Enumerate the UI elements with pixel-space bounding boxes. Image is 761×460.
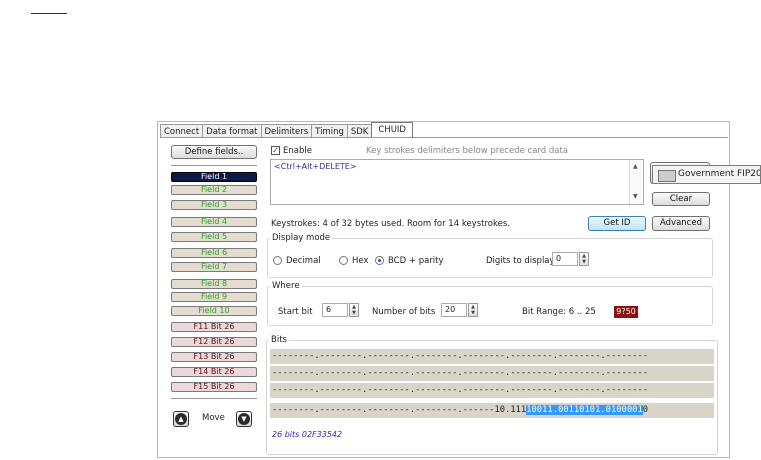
decimal-label: Decimal bbox=[286, 256, 321, 266]
bits-row: --------.--------.--------.--------.----… bbox=[270, 349, 714, 364]
enable-checkbox[interactable]: ✓ bbox=[271, 146, 280, 155]
scroll-down-icon: ▼ bbox=[633, 193, 638, 200]
enable-label: Enable bbox=[283, 146, 312, 156]
bits-row: --------.--------.--------.--------.----… bbox=[270, 383, 714, 398]
field-12-bit-button[interactable]: F12 Bit 26 bbox=[171, 337, 257, 347]
field-8-button[interactable]: Field 8 bbox=[171, 279, 257, 289]
field-3-button[interactable]: Field 3 bbox=[171, 200, 257, 210]
field-4-button[interactable]: Field 4 bbox=[171, 217, 257, 227]
field-2-button[interactable]: Field 2 bbox=[171, 185, 257, 195]
hex-radio[interactable] bbox=[339, 256, 348, 265]
tooltip: Government FIP201 bbox=[652, 165, 761, 184]
field-14-bit-button[interactable]: F14 Bit 26 bbox=[171, 367, 257, 377]
hex-label: Hex bbox=[352, 256, 369, 266]
top-underline bbox=[31, 13, 67, 14]
where-title: Where bbox=[270, 281, 302, 291]
clear-button[interactable]: Clear bbox=[652, 192, 710, 206]
result-value-badge: 9?50 bbox=[614, 306, 638, 318]
delimiter-hint: Key strokes delimiters below precede car… bbox=[366, 146, 569, 156]
arrow-up-icon: ▲ bbox=[175, 413, 187, 425]
field-7-button[interactable]: Field 7 bbox=[171, 262, 257, 272]
field-11-bit-button[interactable]: F11 Bit 26 bbox=[171, 322, 257, 332]
field-9-button[interactable]: Field 9 bbox=[171, 292, 257, 302]
field-5-button[interactable]: Field 5 bbox=[171, 232, 257, 242]
move-label: Move bbox=[202, 413, 225, 423]
keystroke-status: Keystrokes: 4 of 32 bytes used. Room for… bbox=[271, 219, 510, 229]
digits-to-display-label: Digits to display bbox=[486, 256, 555, 266]
bits-title: Bits bbox=[269, 335, 289, 345]
number-of-bits-spinner[interactable]: ▲ ▼ bbox=[468, 303, 478, 317]
field-list-bottom-separator bbox=[171, 398, 257, 399]
move-down-button[interactable]: ▼ bbox=[236, 411, 252, 427]
field-13-bit-button[interactable]: F13 Bit 26 bbox=[171, 352, 257, 362]
start-bit-input[interactable]: 6 bbox=[322, 303, 348, 317]
bits-summary: 26 bits 02F33542 bbox=[272, 430, 343, 439]
bits-row: --------.--------.--------.--------.----… bbox=[270, 366, 714, 381]
digits-to-display-input[interactable]: 0 bbox=[552, 252, 578, 266]
tab-bar: Connect Data format Delimiters Timing SD… bbox=[160, 122, 413, 139]
scroll-up-icon: ▲ bbox=[633, 163, 638, 170]
bits-selection: 10011.00110101.0100001 bbox=[526, 405, 643, 415]
keystroke-text: <Ctrl+Alt+DELETE> bbox=[274, 162, 357, 171]
number-of-bits-input[interactable]: 20 bbox=[441, 303, 467, 317]
keystroke-textarea[interactable]: <Ctrl+Alt+DELETE> ▲ ▼ bbox=[270, 159, 644, 205]
bcd-parity-label: BCD + parity bbox=[388, 256, 444, 266]
field-list-separator bbox=[171, 165, 257, 166]
keystroke-scrollbar[interactable]: ▲ ▼ bbox=[629, 160, 643, 204]
move-up-button[interactable]: ▲ bbox=[173, 411, 189, 427]
bits-prefix: --------.--------.--------.--------.----… bbox=[272, 405, 527, 415]
advanced-button[interactable]: Advanced bbox=[652, 216, 710, 231]
bcd-parity-radio[interactable] bbox=[375, 256, 384, 265]
display-mode-title: Display mode bbox=[270, 233, 333, 243]
tooltip-text: Government FIP201 bbox=[678, 169, 761, 179]
number-of-bits-label: Number of bits bbox=[372, 307, 436, 317]
field-10-button[interactable]: Field 10 bbox=[171, 306, 257, 316]
arrow-down-icon: ▼ bbox=[238, 413, 250, 425]
define-fields-button[interactable]: Define fields.. bbox=[171, 145, 257, 159]
field-6-button[interactable]: Field 6 bbox=[171, 248, 257, 258]
field-1-button[interactable]: Field 1 bbox=[171, 172, 257, 182]
decimal-radio[interactable] bbox=[273, 256, 282, 265]
bit-range-label: Bit Range: 6 .. 25 bbox=[522, 307, 596, 317]
get-id-button[interactable]: Get ID bbox=[588, 216, 646, 231]
keyboard-icon bbox=[658, 170, 676, 182]
field-15-bit-button[interactable]: F15 Bit 26 bbox=[171, 382, 257, 392]
start-bit-spinner[interactable]: ▲ ▼ bbox=[349, 303, 359, 317]
bits-suffix: 0 bbox=[642, 405, 649, 415]
start-bit-label: Start bit bbox=[278, 307, 313, 317]
digits-spinner[interactable]: ▲ ▼ bbox=[579, 252, 589, 266]
bits-row-active[interactable]: --------.--------.--------.--------.----… bbox=[270, 403, 714, 418]
